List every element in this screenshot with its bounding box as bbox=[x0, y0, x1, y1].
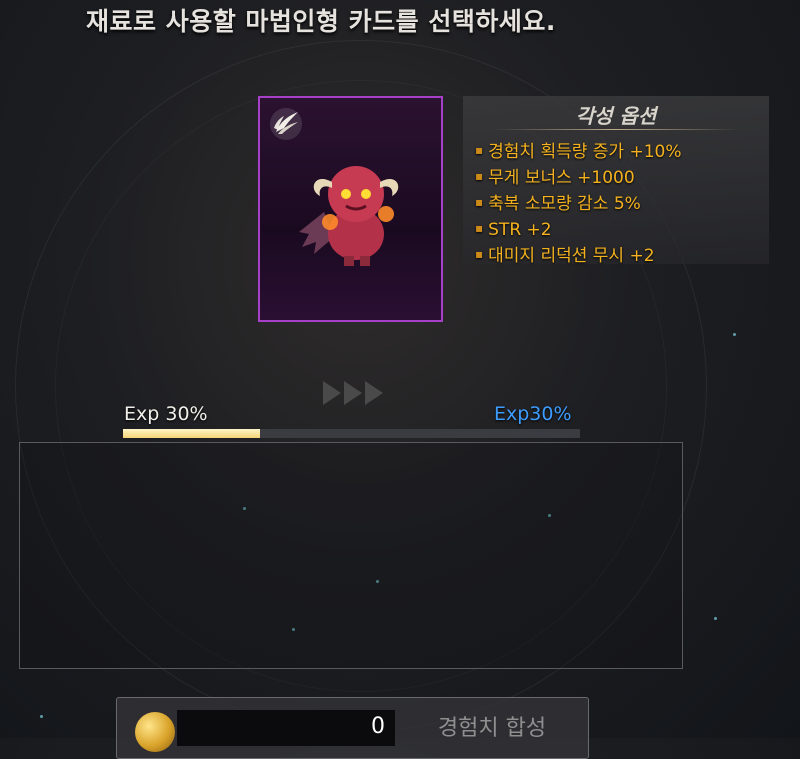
gold-coin-icon bbox=[135, 712, 175, 752]
cost-display: 0 bbox=[177, 710, 395, 746]
awakening-option: ▪ 무게 보너스 +1000 bbox=[475, 168, 635, 188]
title-divider bbox=[493, 129, 739, 130]
current-exp-label: Exp 30% bbox=[124, 403, 208, 425]
awakening-option: ▪ 대미지 리덕션 무시 +2 bbox=[475, 246, 655, 266]
awakening-options-list: ▪ 경험치 획득량 증가 +10% ▪ 무게 보너스 +1000 ▪ 축복 소모량 감… bbox=[475, 138, 682, 268]
exp-progress-bar bbox=[123, 429, 580, 438]
exp-progress-fill bbox=[123, 429, 261, 438]
synthesis-panel: 0 경험치 합성 bbox=[116, 697, 589, 759]
awakening-option: ▪ 경험치 획득량 증가 +10% bbox=[475, 142, 682, 162]
sparkle bbox=[714, 617, 717, 620]
wing-icon bbox=[270, 108, 302, 140]
cost-amount: 0 bbox=[371, 714, 385, 739]
material-card-area[interactable] bbox=[19, 442, 683, 669]
awakening-option: ▪ 축복 소모량 감소 5% bbox=[475, 194, 641, 214]
awakening-title: 각성 옵션 bbox=[575, 104, 657, 128]
result-exp-label: Exp30% bbox=[494, 403, 572, 425]
doll-card[interactable] bbox=[258, 96, 443, 322]
sparkle bbox=[733, 333, 736, 336]
devil-doll-image bbox=[299, 166, 399, 266]
exp-synthesis-button[interactable]: 경험치 합성 bbox=[407, 706, 577, 746]
awakening-option: ▪ STR +2 bbox=[475, 220, 552, 240]
triple-arrow-icon bbox=[323, 381, 383, 405]
sparkle bbox=[40, 715, 43, 718]
awakening-options-panel: 각성 옵션 ▪ 경험치 획득량 증가 +10% ▪ 무게 보너스 +1000 ▪ 축복… bbox=[463, 96, 769, 266]
instruction-text: 재료로 사용할 마법인형 카드를 선택하세요. bbox=[86, 7, 556, 36]
